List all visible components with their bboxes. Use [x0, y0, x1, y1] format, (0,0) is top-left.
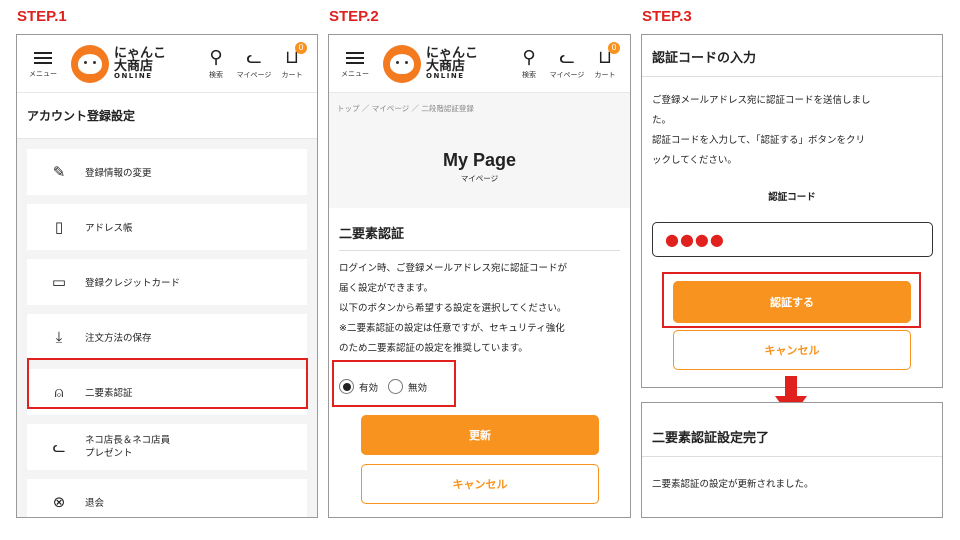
- cat-user-icon: ᓚ: [559, 46, 575, 68]
- mypage-label: マイページ: [549, 70, 585, 79]
- code-input[interactable]: ●●●●: [652, 222, 933, 257]
- desc-line: 以下のボタンから希望する設定を選択してください。: [339, 303, 567, 314]
- step-2-panel: メニュー にゃんこ 大商店 ONLINE ⚲ 検索 ᓚ マイページ ⊔ 0 カート トッ…: [328, 34, 631, 518]
- menu-item-saved-order[interactable]: ⤓ 注文方法の保存: [27, 314, 307, 360]
- highlight-verify-button: [662, 272, 921, 328]
- logo-text-3: ONLINE: [114, 72, 153, 80]
- desc-line: ックしてください。: [652, 155, 737, 166]
- menu-label: メニュー: [29, 69, 57, 78]
- cart-label: カート: [594, 70, 616, 79]
- cat-icon: ᓚ: [52, 437, 66, 456]
- site-header: メニュー にゃんこ 大商店 ONLINE ⚲ 検索 ᓚ マイページ ⊔ 0 カート: [17, 35, 317, 93]
- menu-item-label: 退会: [85, 498, 105, 509]
- account-settings-list: ✎ 登録情報の変更 ▯ アドレス帳 ▭ 登録クレジットカード ⤓ 注文方法の保存 ⍝ 二要…: [17, 139, 317, 517]
- code-entry-description: ご登録メールアドレス宛に認証コードを送信しまし た。 認証コードを入力して、「認…: [642, 77, 942, 171]
- menu-item-label: アドレス帳: [85, 223, 133, 234]
- desc-line: 認証コードを入力して、「認証する」ボタンをクリ: [652, 135, 865, 146]
- highlight-radio-group: [332, 360, 456, 407]
- cart-label: カート: [281, 70, 303, 79]
- step-2-label: STEP.2: [329, 8, 379, 25]
- two-factor-description: ログイン時、ご登録メールアドレス宛に認証コードが 届く設定ができます。 以下のボ…: [329, 251, 630, 359]
- credit-card-icon: ▭: [51, 273, 67, 291]
- hamburger-icon: [34, 49, 52, 67]
- search-icon: ⚲: [209, 46, 223, 68]
- page-subtitle: マイページ: [460, 174, 499, 183]
- menu-button[interactable]: メニュー: [335, 49, 375, 79]
- account-settings-title: アカウント登録設定: [17, 93, 317, 139]
- site-logo[interactable]: にゃんこ 大商店 ONLINE: [71, 44, 166, 83]
- menu-item-label: 登録クレジットカード: [85, 278, 181, 289]
- step-3-label: STEP.3: [642, 8, 692, 25]
- step-1-label: STEP.1: [17, 8, 67, 25]
- desc-line: 届く設定ができます。: [339, 283, 434, 294]
- cart-button[interactable]: ⊔ 0 カート: [273, 41, 311, 80]
- cancel-button[interactable]: キャンセル: [361, 464, 599, 504]
- step-3-complete-panel: 二要素認証設定完了 二要素認証の設定が更新されました。: [641, 402, 943, 518]
- cart-badge: 0: [608, 41, 620, 54]
- step-3-panel: 認証コードの入力 ご登録メールアドレス宛に認証コードを送信しまし た。 認証コー…: [641, 34, 943, 388]
- menu-item-credit-card[interactable]: ▭ 登録クレジットカード: [27, 259, 307, 305]
- page-title: My Page: [442, 150, 517, 170]
- site-logo[interactable]: にゃんこ 大商店 ONLINE: [383, 44, 478, 83]
- code-entry-title: 認証コードの入力: [642, 35, 942, 77]
- complete-message: 二要素認証の設定が更新されました。: [652, 479, 814, 490]
- search-button[interactable]: ⚲ 検索: [197, 46, 235, 80]
- cart-button[interactable]: ⊔ 0 カート: [586, 41, 624, 80]
- desc-line: ※二要素認証の設定は任意ですが、セキュリティ強化: [339, 323, 565, 334]
- menu-item-label: 登録情報の変更: [85, 168, 152, 179]
- hamburger-icon: [346, 49, 364, 67]
- search-label: 検索: [209, 70, 223, 79]
- desc-line: ログイン時、ご登録メールアドレス宛に認証コードが: [339, 263, 568, 274]
- complete-title: 二要素認証設定完了: [642, 403, 942, 457]
- breadcrumb[interactable]: トップ ／ マイページ ／ 二段階認証登録: [329, 93, 630, 124]
- menu-item-cat-present[interactable]: ᓚ ネコ店長＆ネコ店員 プレゼント: [27, 424, 307, 470]
- cat-logo-icon: [383, 44, 421, 83]
- mypage-label: マイページ: [236, 70, 272, 79]
- mypage-button[interactable]: ᓚ マイページ: [235, 46, 273, 80]
- search-button[interactable]: ⚲ 検索: [510, 46, 548, 80]
- menu-button[interactable]: メニュー: [23, 49, 63, 79]
- download-icon: ⤓: [55, 328, 63, 346]
- desc-line: ご登録メールアドレス宛に認証コードを送信しまし: [652, 95, 871, 106]
- menu-item-label: ネコ店長＆ネコ店員 プレゼント: [85, 435, 171, 459]
- cancel-button[interactable]: キャンセル: [673, 330, 911, 370]
- desc-line: のため二要素認証の設定を推奨しています。: [339, 343, 528, 354]
- menu-item-address-book[interactable]: ▯ アドレス帳: [27, 204, 307, 250]
- cat-user-icon: ᓚ: [246, 46, 262, 68]
- site-header: メニュー にゃんこ 大商店 ONLINE ⚲ 検索 ᓚ マイページ ⊔ 0 カート: [329, 35, 630, 93]
- highlight-two-factor-item: [27, 358, 308, 409]
- menu-item-withdraw[interactable]: ⊗ 退会: [27, 479, 307, 517]
- logo-text-3: ONLINE: [426, 72, 465, 80]
- menu-item-label: 注文方法の保存: [85, 333, 152, 344]
- search-label: 検索: [522, 70, 536, 79]
- search-icon: ⚲: [522, 46, 536, 68]
- desc-line: た。: [652, 115, 672, 126]
- cat-logo-icon: [71, 44, 109, 83]
- close-circle-icon: ⊗: [52, 493, 66, 511]
- mypage-button[interactable]: ᓚ マイページ: [548, 46, 586, 80]
- section-title: 二要素認証: [339, 223, 620, 251]
- menu-label: メニュー: [341, 69, 369, 78]
- update-button[interactable]: 更新: [361, 415, 599, 455]
- pencil-icon: ✎: [52, 163, 66, 181]
- step-1-panel: メニュー にゃんこ 大商店 ONLINE ⚲ 検索 ᓚ マイページ ⊔ 0 カート アカ…: [16, 34, 318, 518]
- code-label: 認証コード: [768, 192, 816, 203]
- menu-item-edit-info[interactable]: ✎ 登録情報の変更: [27, 149, 307, 195]
- address-book-icon: ▯: [54, 218, 64, 236]
- cart-badge: 0: [295, 41, 307, 54]
